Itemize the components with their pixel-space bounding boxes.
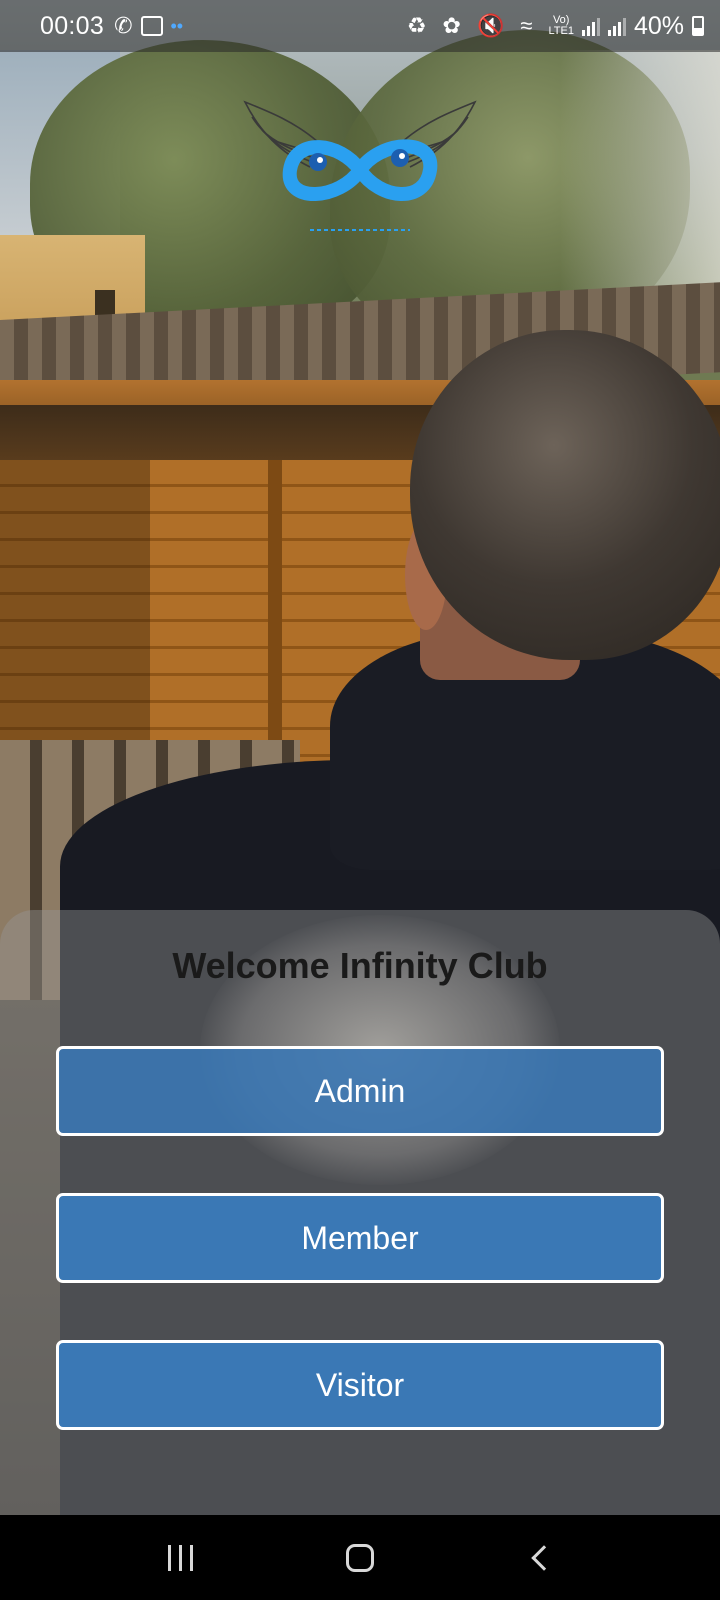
status-time: 00:03 bbox=[40, 11, 105, 40]
admin-button[interactable]: Admin bbox=[56, 1046, 664, 1136]
status-bar: 00:03 ✆ •• ♻ ✿ 🔇 ≈ Vo) LTE1 40% bbox=[0, 0, 720, 52]
battery-percent: 40% bbox=[633, 11, 684, 40]
home-icon bbox=[346, 1543, 374, 1572]
home-button[interactable] bbox=[320, 1528, 400, 1588]
gallery-icon bbox=[140, 16, 163, 36]
notification-dot-icon: •• bbox=[170, 15, 184, 36]
visitor-button[interactable]: Visitor bbox=[56, 1340, 664, 1430]
wifi-icon: ≈ bbox=[520, 13, 533, 38]
whatsapp-icon: ✆ bbox=[114, 13, 133, 38]
recent-apps-icon bbox=[167, 1544, 193, 1571]
person-head bbox=[410, 330, 720, 660]
welcome-title: Welcome Infinity Club bbox=[172, 945, 548, 986]
recent-apps-button[interactable] bbox=[140, 1528, 220, 1588]
infinity-club-logo bbox=[240, 92, 480, 242]
volte-icon: Vo) LTE1 bbox=[548, 14, 574, 37]
back-icon bbox=[531, 1544, 557, 1571]
mute-icon: 🔇 bbox=[476, 13, 505, 38]
leaf-icon: ✿ bbox=[442, 13, 461, 38]
signal-icon bbox=[581, 16, 600, 36]
back-button[interactable] bbox=[500, 1528, 580, 1588]
signal-icon-2 bbox=[607, 16, 626, 36]
battery-icon bbox=[692, 16, 704, 36]
status-right-group: ♻ ✿ 🔇 ≈ Vo) LTE1 40% bbox=[407, 12, 704, 41]
navigation-bar bbox=[0, 1515, 720, 1600]
infinity-wings-icon bbox=[243, 100, 477, 231]
data-saver-icon: ♻ bbox=[406, 13, 427, 38]
member-button[interactable]: Member bbox=[56, 1193, 664, 1283]
